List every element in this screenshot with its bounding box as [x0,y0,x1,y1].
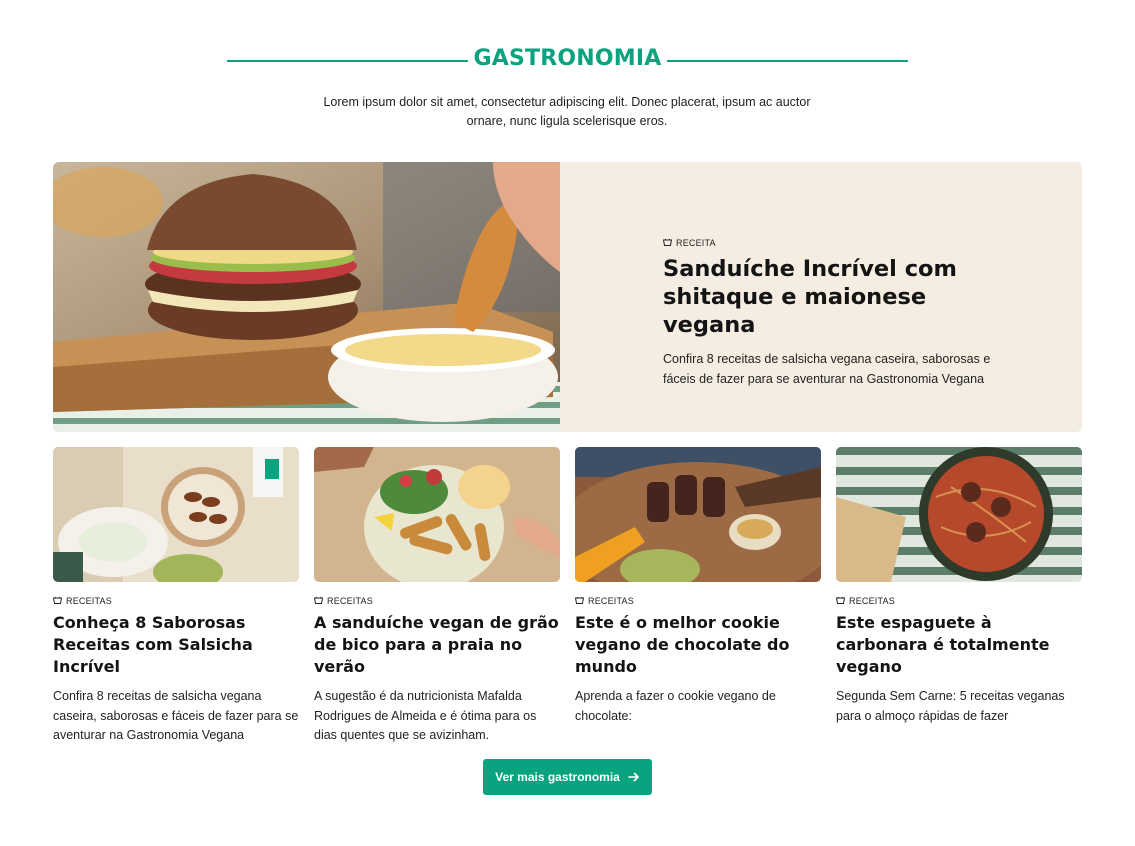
article-tag: RECEITAS [836,596,1082,606]
article-card[interactable]: RECEITAS A sanduíche vegan de grão de bi… [314,447,560,746]
article-description: Aprenda a fazer o cookie vegano de choco… [575,689,776,723]
section-header: GASTRONOMIA [0,46,1135,78]
bowl-icon [53,597,62,604]
featured-article[interactable]: RECEITA Sanduíche Incrível com shitaque … [53,162,1082,432]
featured-tag: RECEITA [663,238,1003,248]
featured-text: RECEITA Sanduíche Incrível com shitaque … [663,238,1003,389]
article-thumbnail[interactable] [575,447,821,582]
header-divider-right [667,60,908,62]
article-tag-label: RECEITAS [66,596,112,606]
article-card[interactable]: RECEITAS Este espaguete à carbonara é to… [836,447,1082,726]
featured-title[interactable]: Sanduíche Incrível com shitaque e maione… [663,255,1003,339]
article-title[interactable]: Este espaguete à carbonara é totalmente … [836,612,1082,678]
article-tag-label: RECEITAS [588,596,634,606]
article-thumbnail[interactable] [314,447,560,582]
article-tag-label: RECEITAS [849,596,895,606]
article-tag: RECEITAS [314,596,560,606]
article-thumbnail[interactable] [836,447,1082,582]
arrow-right-icon [628,772,639,782]
article-tag: RECEITAS [53,596,299,606]
bowl-icon [575,597,584,604]
bowl-icon [314,597,323,604]
featured-tag-label: RECEITA [676,238,716,248]
see-more-button[interactable]: Ver mais gastronomia [483,759,652,795]
header-divider-left [227,60,468,62]
bowl-icon [836,597,845,604]
article-title[interactable]: Este é o melhor cookie vegano de chocola… [575,612,821,678]
article-description: Confira 8 receitas de salsicha vegana ca… [53,689,299,742]
see-more-label: Ver mais gastronomia [495,770,620,784]
featured-image[interactable] [53,162,560,432]
article-description: A sugestão é da nutricionista Mafalda Ro… [314,689,537,742]
article-card[interactable]: RECEITAS Conheça 8 Saborosas Receitas co… [53,447,299,746]
bowl-icon [663,239,672,246]
article-description: Segunda Sem Carne: 5 receitas veganas pa… [836,689,1065,723]
article-title[interactable]: A sanduíche vegan de grão de bico para a… [314,612,560,678]
section-intro: Lorem ipsum dolor sit amet, consectetur … [323,95,811,128]
article-title[interactable]: Conheça 8 Saborosas Receitas com Salsich… [53,612,299,678]
featured-description: Confira 8 receitas de salsicha vegana ca… [663,352,991,386]
section-title: GASTRONOMIA [473,46,662,71]
article-tag: RECEITAS [575,596,821,606]
article-tag-label: RECEITAS [327,596,373,606]
article-card[interactable]: RECEITAS Este é o melhor cookie vegano d… [575,447,821,726]
article-thumbnail[interactable] [53,447,299,582]
